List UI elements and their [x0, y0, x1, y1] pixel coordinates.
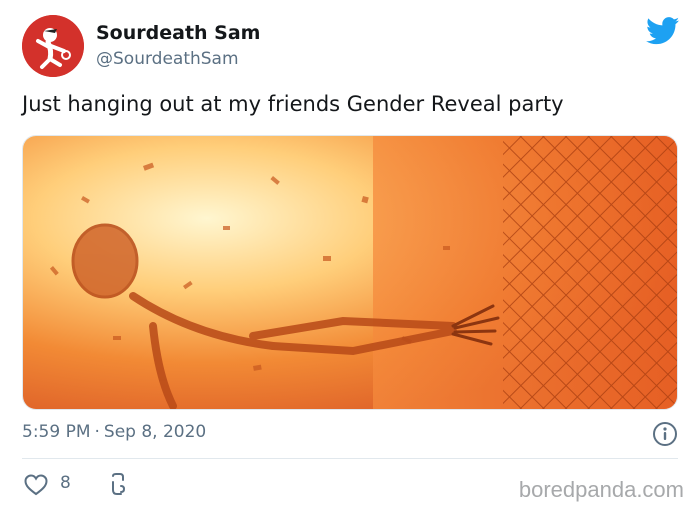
twitter-bird-icon[interactable] — [646, 17, 680, 45]
avatar[interactable] — [22, 15, 84, 77]
tweet-time: 5:59 PM — [22, 422, 91, 442]
user-handle[interactable]: @SourdeathSam — [96, 49, 239, 69]
timestamp-separator: · — [94, 422, 100, 442]
like-count: 8 — [60, 473, 71, 493]
divider — [22, 458, 678, 459]
tweet-date: Sep 8, 2020 — [103, 422, 207, 442]
watermark: boredpanda.com — [518, 477, 684, 502]
tweet-card: Sourdeath Sam @SourdeathSam Just hanging… — [0, 0, 700, 513]
display-name[interactable]: Sourdeath Sam — [96, 22, 260, 44]
tweet-timestamp[interactable]: 5:59 PM · Sep 8, 2020 — [22, 422, 206, 442]
tweet-media-image[interactable] — [22, 135, 678, 410]
info-icon[interactable] — [652, 421, 678, 447]
heart-icon[interactable] — [24, 474, 48, 496]
tweet-text: Just hanging out at my friends Gender Re… — [22, 92, 564, 116]
comment-icon[interactable] — [107, 472, 129, 498]
